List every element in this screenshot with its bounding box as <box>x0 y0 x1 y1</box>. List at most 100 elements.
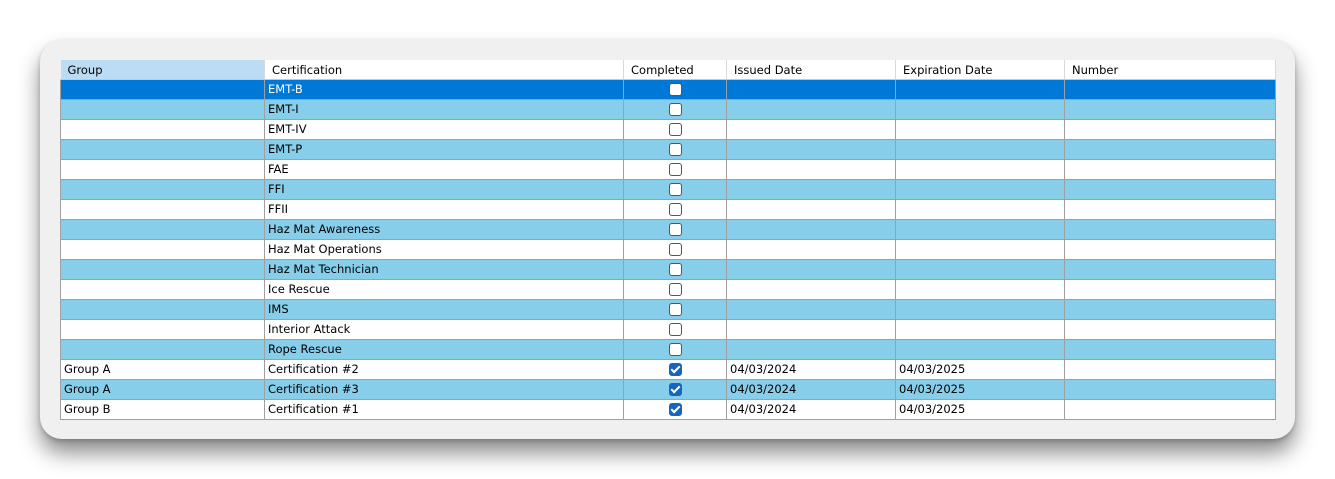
cell-expiration-date[interactable] <box>895 179 1065 200</box>
cell-expiration-date[interactable] <box>895 279 1065 300</box>
table-row[interactable]: Group A Certification #2 04/03/2024 04/03/2… <box>60 359 1276 380</box>
cell-issued-date[interactable] <box>726 119 896 140</box>
cell-group[interactable] <box>60 159 265 180</box>
cell-group[interactable] <box>60 199 265 220</box>
cell-issued-date[interactable]: 04/03/2024 <box>726 379 896 400</box>
cell-certification[interactable]: IMS <box>264 299 624 320</box>
table-row[interactable]: Group A Certification #3 04/03/2024 04/03/2… <box>60 379 1276 400</box>
cell-number[interactable] <box>1064 99 1276 120</box>
cell-number[interactable] <box>1064 359 1276 380</box>
table-row[interactable]: Haz Mat Technician <box>60 259 1276 280</box>
cell-group[interactable] <box>60 139 265 160</box>
cell-number[interactable] <box>1064 379 1276 400</box>
completed-checkbox[interactable] <box>668 263 682 276</box>
cell-expiration-date[interactable]: 04/03/2025 <box>895 359 1065 380</box>
column-header-expiration-date[interactable]: Expiration Date <box>895 60 1065 80</box>
completed-checkbox[interactable] <box>668 283 682 296</box>
table-row[interactable]: FFII <box>60 199 1276 220</box>
column-header-certification[interactable]: Certification <box>264 60 624 80</box>
completed-checkbox[interactable] <box>668 163 682 176</box>
cell-issued-date[interactable] <box>726 279 896 300</box>
cell-group[interactable] <box>60 339 265 360</box>
completed-checkbox[interactable] <box>668 223 682 236</box>
table-row[interactable]: Group B Certification #1 04/03/2024 04/03/2… <box>60 399 1276 420</box>
completed-checkbox[interactable] <box>668 383 682 396</box>
cell-issued-date[interactable] <box>726 199 896 220</box>
cell-number[interactable] <box>1064 119 1276 140</box>
completed-checkbox[interactable] <box>668 403 682 416</box>
cell-expiration-date[interactable] <box>895 239 1065 260</box>
cell-certification[interactable]: Rope Rescue <box>264 339 624 360</box>
completed-checkbox[interactable] <box>668 363 682 376</box>
cell-number[interactable] <box>1064 239 1276 260</box>
cell-expiration-date[interactable] <box>895 319 1065 340</box>
cell-expiration-date[interactable] <box>895 339 1065 360</box>
table-row[interactable]: EMT-P <box>60 139 1276 160</box>
completed-checkbox[interactable] <box>668 83 682 96</box>
completed-checkbox[interactable] <box>668 343 682 356</box>
cell-group[interactable] <box>60 259 265 280</box>
column-header-issued-date[interactable]: Issued Date <box>726 60 896 80</box>
cell-issued-date[interactable] <box>726 79 896 100</box>
cell-expiration-date[interactable] <box>895 119 1065 140</box>
cell-certification[interactable]: Certification #3 <box>264 379 624 400</box>
cell-number[interactable] <box>1064 139 1276 160</box>
cell-expiration-date[interactable]: 04/03/2025 <box>895 399 1065 420</box>
table-row[interactable]: Haz Mat Operations <box>60 239 1276 260</box>
cell-number[interactable] <box>1064 199 1276 220</box>
completed-checkbox[interactable] <box>668 183 682 196</box>
cell-number[interactable] <box>1064 399 1276 420</box>
cell-expiration-date[interactable]: 04/03/2025 <box>895 379 1065 400</box>
cell-certification[interactable]: EMT-P <box>264 139 624 160</box>
cell-certification[interactable]: Interior Attack <box>264 319 624 340</box>
table-row[interactable]: Ice Rescue <box>60 279 1276 300</box>
cell-issued-date[interactable] <box>726 219 896 240</box>
cell-group[interactable] <box>60 239 265 260</box>
cell-number[interactable] <box>1064 319 1276 340</box>
cell-issued-date[interactable] <box>726 299 896 320</box>
table-row[interactable]: EMT-IV <box>60 119 1276 140</box>
cell-number[interactable] <box>1064 299 1276 320</box>
cell-issued-date[interactable] <box>726 339 896 360</box>
cell-group[interactable] <box>60 299 265 320</box>
completed-checkbox[interactable] <box>668 103 682 116</box>
cell-expiration-date[interactable] <box>895 159 1065 180</box>
cell-issued-date[interactable] <box>726 99 896 120</box>
cell-group[interactable] <box>60 99 265 120</box>
table-row[interactable]: EMT-I <box>60 99 1276 120</box>
cell-issued-date[interactable] <box>726 179 896 200</box>
cell-group[interactable] <box>60 319 265 340</box>
cell-group[interactable] <box>60 179 265 200</box>
cell-issued-date[interactable]: 04/03/2024 <box>726 399 896 420</box>
completed-checkbox[interactable] <box>668 323 682 336</box>
completed-checkbox[interactable] <box>668 303 682 316</box>
cell-certification[interactable]: EMT-B <box>264 79 624 100</box>
column-header-number[interactable]: Number <box>1064 60 1276 80</box>
cell-group[interactable]: Group A <box>60 379 265 400</box>
completed-checkbox[interactable] <box>668 203 682 216</box>
table-row[interactable]: Rope Rescue <box>60 339 1276 360</box>
completed-checkbox[interactable] <box>668 243 682 256</box>
cell-group[interactable] <box>60 279 265 300</box>
cell-number[interactable] <box>1064 79 1276 100</box>
cell-certification[interactable]: FFII <box>264 199 624 220</box>
cell-expiration-date[interactable] <box>895 139 1065 160</box>
cell-expiration-date[interactable] <box>895 259 1065 280</box>
cell-issued-date[interactable] <box>726 259 896 280</box>
cell-certification[interactable]: Haz Mat Operations <box>264 239 624 260</box>
cell-number[interactable] <box>1064 259 1276 280</box>
cell-group[interactable]: Group B <box>60 399 265 420</box>
cell-certification[interactable]: EMT-IV <box>264 119 624 140</box>
table-row[interactable]: Haz Mat Awareness <box>60 219 1276 240</box>
cell-expiration-date[interactable] <box>895 79 1065 100</box>
cell-issued-date[interactable] <box>726 239 896 260</box>
cell-number[interactable] <box>1064 179 1276 200</box>
cell-issued-date[interactable] <box>726 139 896 160</box>
cell-issued-date[interactable] <box>726 319 896 340</box>
cell-group[interactable] <box>60 219 265 240</box>
cell-issued-date[interactable] <box>726 159 896 180</box>
cell-expiration-date[interactable] <box>895 199 1065 220</box>
cell-group[interactable] <box>60 119 265 140</box>
cell-certification[interactable]: Certification #2 <box>264 359 624 380</box>
table-row[interactable]: Interior Attack <box>60 319 1276 340</box>
